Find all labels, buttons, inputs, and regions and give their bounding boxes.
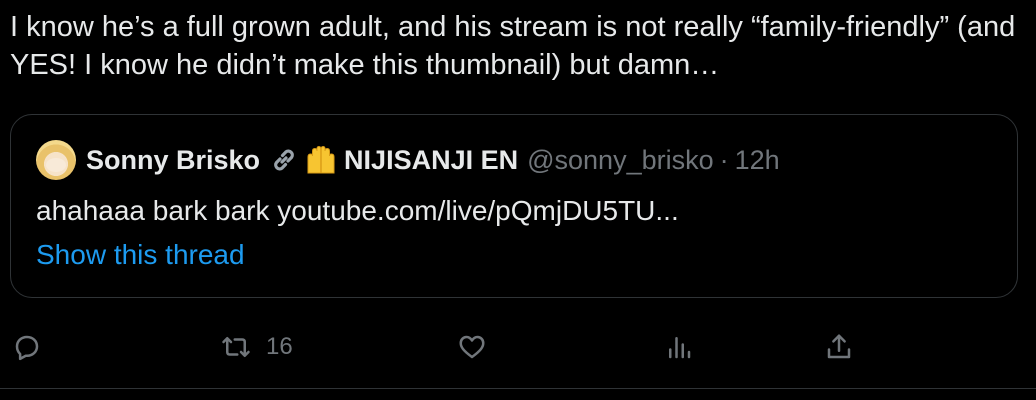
analytics-icon: [664, 332, 694, 362]
like-button[interactable]: [456, 322, 488, 372]
heart-icon: [456, 332, 488, 362]
raising-hands-emoji-icon: [304, 145, 338, 175]
share-button[interactable]: [824, 322, 854, 372]
quoted-tweet-text: ahahaaa bark bark youtube.com/live/pQmjD…: [36, 195, 679, 226]
quoted-tweet-card[interactable]: Sonny Brisko NIJISANJI EN @sonny_brisko …: [10, 114, 1018, 298]
retweet-button[interactable]: 16: [218, 322, 293, 372]
post-timestamp[interactable]: 12h: [735, 145, 780, 176]
show-thread-link[interactable]: Show this thread: [36, 237, 245, 273]
separator-dot: ·: [719, 144, 729, 175]
tweet-text: I know he’s a full grown adult, and his …: [10, 11, 1016, 81]
author-handle[interactable]: @sonny_brisko: [527, 145, 714, 176]
author-display-name[interactable]: Sonny Brisko: [86, 145, 260, 176]
reply-button[interactable]: [12, 322, 42, 372]
avatar[interactable]: [36, 140, 76, 180]
retweet-count: 16: [266, 333, 293, 360]
quoted-tweet-header: Sonny Brisko NIJISANJI EN @sonny_brisko …: [36, 140, 780, 180]
divider: [0, 388, 1036, 389]
reply-icon: [12, 332, 42, 362]
retweet-icon: [218, 332, 254, 362]
share-icon: [824, 332, 854, 362]
author-org-name: NIJISANJI EN: [344, 144, 519, 175]
views-button[interactable]: [664, 322, 694, 372]
tweet-action-bar: 16: [0, 322, 1036, 372]
link-emoji-icon: [270, 146, 298, 174]
